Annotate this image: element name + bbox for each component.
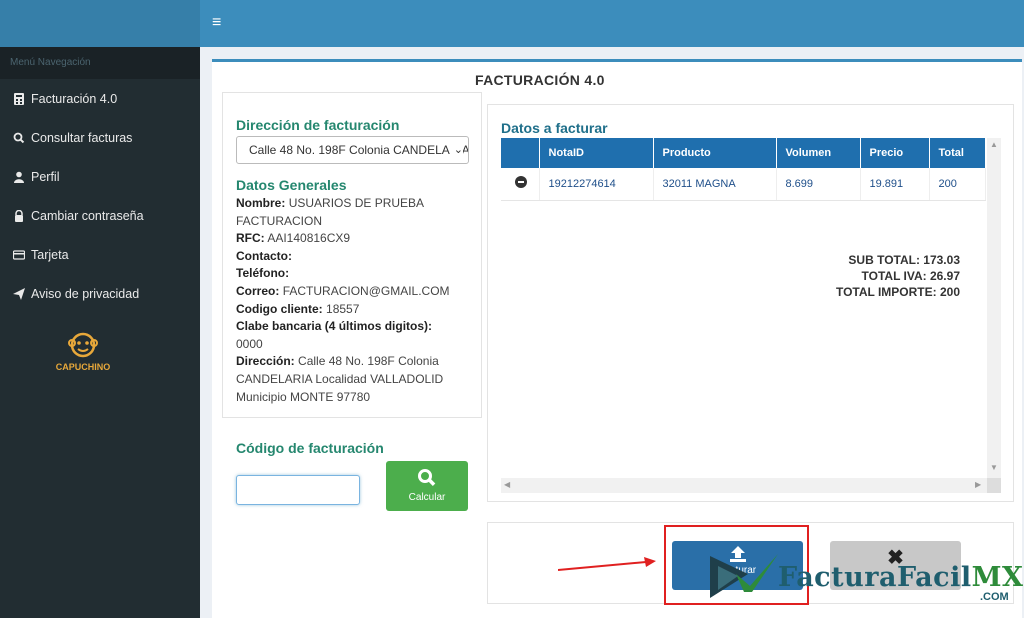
sidebar-item-password[interactable]: Cambiar contraseña	[0, 196, 200, 235]
paper-plane-icon	[11, 287, 27, 300]
calculator-icon	[11, 92, 27, 105]
sidebar-item-perfil[interactable]: Perfil	[0, 157, 200, 196]
sidebar: Menú Navegación Facturación 4.0 Consulta…	[0, 47, 200, 618]
contacto-label: Contacto:	[236, 248, 292, 263]
general-data-info: Nombre: USUARIOS DE PRUEBA FACTURACION R…	[236, 195, 476, 406]
sidebar-item-privacidad[interactable]: Aviso de privacidad	[0, 274, 200, 313]
sidebar-item-tarjeta[interactable]: Tarjeta	[0, 235, 200, 274]
sidebar-item-label: Cambiar contraseña	[31, 208, 144, 223]
col-precio[interactable]: Precio	[860, 138, 930, 168]
address-select-value: Calle 48 No. 198F Colonia CANDELARIA	[249, 143, 469, 157]
telefono-label: Teléfono:	[236, 266, 290, 281]
sidebar-item-label: Consultar facturas	[31, 130, 133, 145]
table-header-row: NotaID Producto Volumen Precio Total	[501, 138, 986, 168]
billing-card: Dirección de facturación Calle 48 No. 19…	[222, 92, 482, 418]
cell-volumen: 8.699	[776, 168, 861, 201]
nombre-label: Nombre:	[236, 196, 286, 210]
user-icon	[11, 171, 27, 183]
red-arrow-annotation	[558, 557, 656, 571]
code-input[interactable]	[236, 475, 360, 505]
col-notaid[interactable]: NotaID	[539, 138, 654, 168]
sidebar-item-consultar[interactable]: Consultar facturas	[0, 118, 200, 157]
remove-cell	[501, 168, 540, 201]
clabe-value: 0000	[236, 336, 263, 351]
col-action	[501, 138, 540, 168]
col-volumen[interactable]: Volumen	[776, 138, 861, 168]
sidebar-item-label: Aviso de privacidad	[31, 286, 140, 301]
cell-notaid: 19212274614	[539, 168, 654, 201]
credit-card-icon	[11, 249, 27, 261]
sidebar-item-facturacion[interactable]: Facturación 4.0	[0, 79, 200, 118]
watermark-mx: MX	[971, 562, 1024, 593]
scroll-up-icon[interactable]: ▲	[990, 140, 998, 149]
chevron-down-icon: ⌄	[449, 143, 463, 156]
top-navbar: ≡	[0, 0, 1024, 47]
sidebar-item-label: Perfil	[31, 169, 60, 184]
capuchino-logo: CAPUCHINO	[48, 330, 118, 372]
vertical-scrollbar[interactable]: ▲ ▼	[987, 138, 1001, 478]
col-total[interactable]: Total	[929, 138, 986, 168]
total-importe: TOTAL IMPORTE: 200	[835, 285, 960, 299]
watermark-logo-icon	[710, 554, 778, 598]
address-heading: Dirección de facturación	[236, 117, 400, 133]
facturafacil-watermark: FacturaFacilMX .COM	[708, 552, 1023, 608]
codigo-label: Codigo cliente:	[236, 301, 323, 316]
total-iva: TOTAL IVA: 26.97	[861, 269, 960, 283]
correo-label: Correo:	[236, 283, 280, 298]
scroll-left-icon[interactable]: ◀	[504, 480, 510, 489]
direccion-label: Dirección:	[236, 354, 295, 369]
watermark-com: .COM	[980, 591, 1009, 603]
sidebar-title: Menú Navegación	[0, 47, 200, 79]
invoice-heading: Datos a facturar	[501, 120, 608, 136]
rfc-label: RFC:	[236, 231, 265, 246]
invoice-table-container[interactable]: NotaID Producto Volumen Precio Total 192…	[501, 138, 1001, 493]
rfc-value: AAI140816CX9	[267, 231, 351, 246]
scroll-right-icon[interactable]: ▶	[975, 480, 981, 489]
totals-block: SUB TOTAL: 173.03 TOTAL IVA: 26.97 TOTAL…	[836, 252, 960, 300]
watermark-text: FacturaFacilMX	[778, 562, 1023, 593]
correo-value: FACTURACION@GMAIL.COM	[282, 283, 450, 298]
search-icon	[418, 469, 436, 486]
table-row: 19212274614 32011 MAGNA 8.699 19.891 200	[501, 168, 986, 201]
subtotal: SUB TOTAL: 173.03	[848, 253, 960, 267]
code-heading: Código de facturación	[236, 440, 384, 456]
search-icon	[11, 132, 27, 144]
scroll-down-icon[interactable]: ▼	[990, 463, 998, 472]
hamburger-icon[interactable]: ≡	[212, 14, 221, 32]
codigo-value: 18557	[326, 301, 360, 316]
invoice-data-card: Datos a facturar NotaID Producto Volumen…	[487, 104, 1014, 502]
monkey-icon	[68, 332, 98, 358]
sidebar-item-label: Facturación 4.0	[31, 91, 118, 106]
sidebar-item-label: Tarjeta	[31, 247, 69, 262]
scrollbar-corner	[987, 478, 1001, 493]
cell-total: 200	[929, 168, 986, 201]
horizontal-scrollbar[interactable]: ◀ ▶	[501, 478, 987, 493]
address-select[interactable]: Calle 48 No. 198F Colonia CANDELARIA ⌄	[236, 136, 469, 164]
calculate-label: Calcular	[408, 492, 446, 503]
clabe-label: Clabe bancaria (4 últimos digitos):	[236, 319, 433, 334]
remove-icon[interactable]	[515, 176, 527, 189]
cell-producto: 32011 MAGNA	[653, 168, 777, 201]
calculate-button[interactable]: Calcular	[386, 461, 468, 511]
watermark-main: FacturaFacil	[778, 562, 972, 593]
brand-area	[0, 0, 200, 47]
general-data-heading: Datos Generales	[236, 177, 347, 193]
lock-icon	[11, 209, 27, 222]
col-producto[interactable]: Producto	[653, 138, 777, 168]
page-title: FACTURACIÓN 4.0	[475, 72, 605, 88]
logo-text: CAPUCHINO	[55, 362, 111, 372]
cell-precio: 19.891	[860, 168, 930, 201]
invoice-table: NotaID Producto Volumen Precio Total 192…	[501, 138, 986, 201]
